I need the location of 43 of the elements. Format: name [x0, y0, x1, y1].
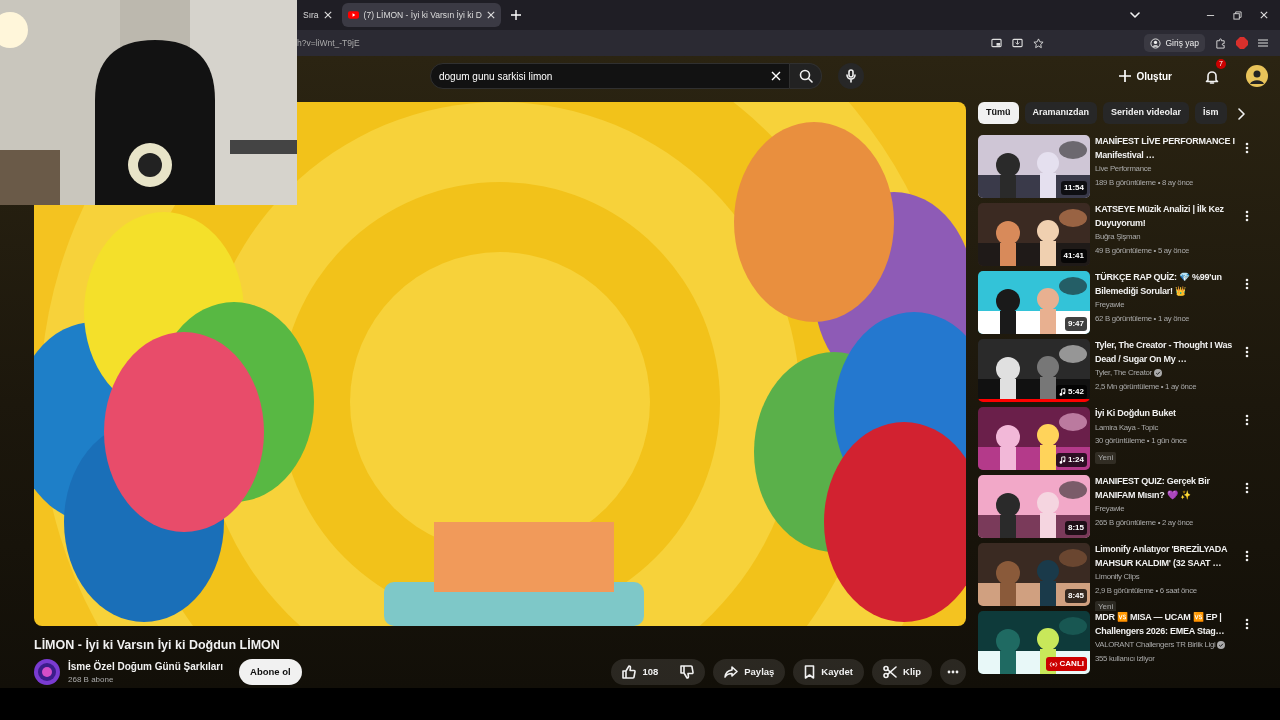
video-title[interactable]: Tyler, The Creator - Thought I Was Dead / Sugar On My …	[1095, 339, 1239, 366]
filter-chip[interactable]: Tümü	[978, 102, 1019, 124]
video-title[interactable]: İyi Ki Doğdun Buket	[1095, 407, 1239, 421]
video-thumbnail[interactable]: 9:47	[978, 271, 1090, 334]
video-duration: 9:47	[1065, 317, 1087, 331]
video-thumbnail[interactable]: 5:42	[978, 339, 1090, 402]
new-badge: Yeni	[1095, 451, 1117, 464]
search-field[interactable]: dogum gunu sarkisi limon	[430, 63, 790, 89]
live-badge: CANLI	[1045, 657, 1087, 671]
sign-in-button[interactable]: Giriş yap	[1144, 33, 1205, 53]
channel-name[interactable]: İsme Özel Doğum Günü Şarkıları	[68, 658, 224, 674]
video-thumbnail[interactable]: 11:54	[978, 135, 1090, 198]
share-button[interactable]: Paylaş	[713, 659, 786, 686]
video-duration: 41:41	[1060, 249, 1087, 263]
address-text[interactable]: h?v=liWnt_-T9jE	[297, 36, 360, 50]
video-duration: 5:42	[1056, 385, 1087, 399]
browser-tab[interactable]: (7) LİMON - İyi ki Varsın İyi ki D	[341, 3, 501, 27]
clip-button[interactable]: Klip	[872, 659, 932, 686]
filter-chip[interactable]: Seriden videolar	[1103, 102, 1190, 124]
video-duration: 8:15	[1065, 521, 1087, 535]
video-thumbnail[interactable]: 1:24	[978, 407, 1090, 470]
video-thumbnail[interactable]: 8:45	[978, 543, 1090, 606]
video-title[interactable]: TÜRKÇE RAP QUİZ: 💎 %99'un Bilemediği Sorular! 👑	[1095, 271, 1239, 298]
video-thumbnail[interactable]: 8:15	[978, 475, 1090, 538]
video-thumbnail[interactable]: 41:41	[978, 203, 1090, 266]
video-title[interactable]: MDR 🆚 MISA — UCAM 🆚 EP | Challengers 2026: EMEA Stag…	[1095, 611, 1239, 638]
video-thumbnail[interactable]: CANLI	[978, 611, 1090, 674]
filter-chip[interactable]: Aramanızdan	[1024, 102, 1097, 124]
new-badge: Yeni	[1095, 601, 1117, 611]
save-button[interactable]: Kaydet	[793, 659, 865, 686]
subscribe-button[interactable]: Abone ol	[239, 659, 302, 686]
video-title[interactable]: KATSEYE Müzik Analizi | İlk Kez Duyuyorum!	[1095, 203, 1239, 230]
video-duration: 8:45	[1065, 589, 1087, 603]
filter-chip[interactable]: İsm	[1195, 102, 1227, 124]
video-duration: 1:24	[1056, 453, 1087, 467]
video-title[interactable]: Limonify Anlatıyor 'BREZİLYADA MAHSUR KALDIM' (32 SAAT …	[1095, 543, 1239, 570]
video-duration: 11:54	[1060, 181, 1087, 195]
video-title: LİMON - İyi ki Varsın İyi ki Doğdun LİMON	[34, 637, 281, 654]
video-title[interactable]: MANIFEST QUIZ: Gerçek Bir MANIFAM Mısın? 💜 ✨	[1095, 475, 1239, 502]
create-button[interactable]: Oluştur	[1113, 67, 1178, 85]
browser-tab[interactable]: Sıra	[297, 3, 338, 27]
video-title[interactable]: MANİFEST LİVE PERFORMANCE I Manifestival …	[1095, 135, 1239, 162]
subscriber-count: 268 B abone	[68, 673, 115, 686]
